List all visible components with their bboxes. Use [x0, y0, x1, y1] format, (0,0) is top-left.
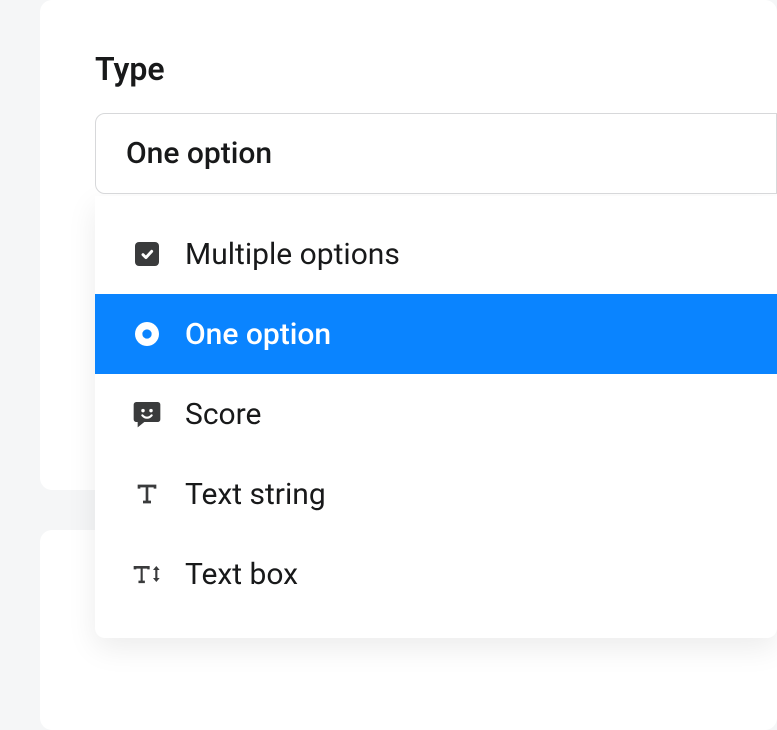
checkbox-icon	[129, 236, 165, 272]
text-icon	[129, 476, 165, 512]
option-label: Score	[185, 397, 261, 432]
type-select[interactable]: One option	[95, 113, 777, 194]
text-resize-icon	[129, 556, 165, 592]
field-type-container: Type One option Multiple options One opt…	[95, 50, 777, 638]
option-text-string[interactable]: Text string	[95, 454, 777, 534]
option-label: Multiple options	[185, 237, 400, 272]
smiley-chat-icon	[129, 396, 165, 432]
type-select-value: One option	[126, 136, 272, 171]
option-multiple-options[interactable]: Multiple options	[95, 214, 777, 294]
option-one-option[interactable]: One option	[95, 294, 777, 374]
option-label: Text box	[185, 557, 298, 592]
type-dropdown: Multiple options One option Score	[95, 196, 777, 638]
option-score[interactable]: Score	[95, 374, 777, 454]
field-label: Type	[95, 50, 777, 88]
option-label: One option	[185, 317, 331, 352]
option-text-box[interactable]: Text box	[95, 534, 777, 614]
option-label: Text string	[185, 477, 326, 512]
radio-icon	[129, 316, 165, 352]
